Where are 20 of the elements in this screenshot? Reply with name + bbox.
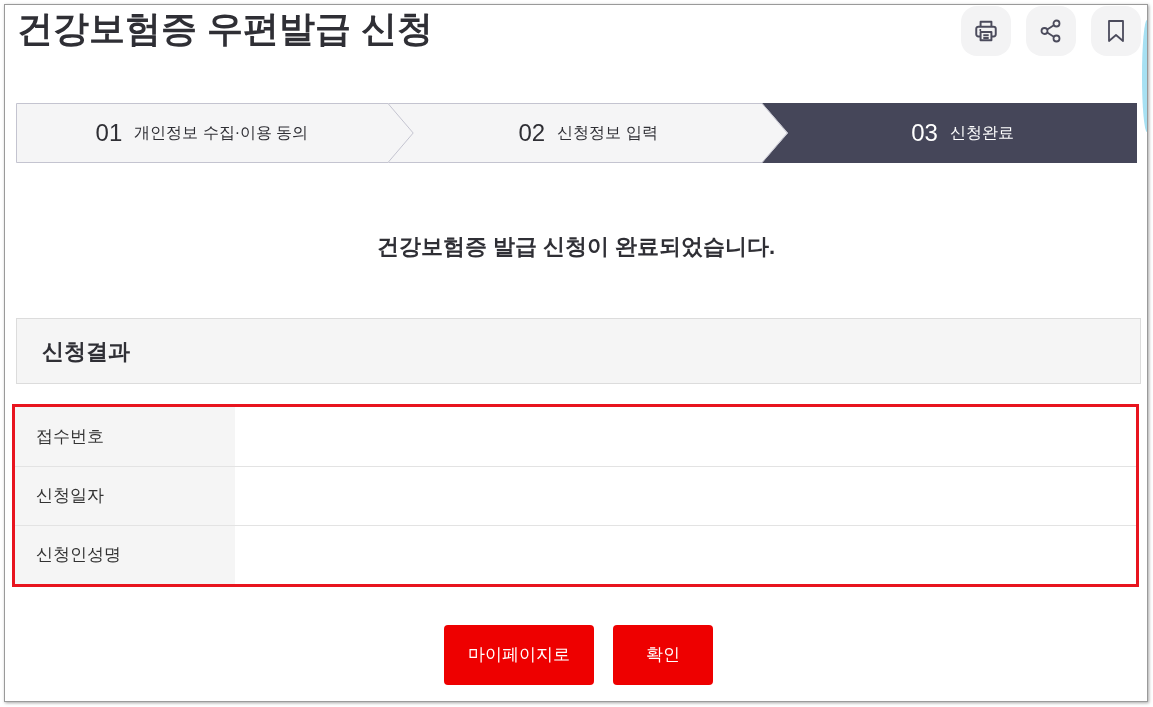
step-label: 신청정보 입력 — [557, 123, 658, 143]
share-icon — [1039, 19, 1063, 43]
bookmark-icon — [1107, 19, 1125, 43]
printer-icon — [973, 18, 999, 44]
step-label: 신청완료 — [949, 123, 1014, 143]
print-button[interactable] — [961, 6, 1011, 56]
step-number: 03 — [911, 118, 938, 148]
section-title: 신청결과 — [42, 337, 130, 366]
completion-message: 건강보험증 발급 신청이 완료되었습니다. — [376, 233, 776, 261]
step-number: 01 — [95, 118, 123, 148]
mypage-button[interactable]: 마이페이지로 — [443, 625, 594, 685]
share-button[interactable] — [1026, 6, 1076, 56]
confirm-button[interactable]: 확인 — [612, 625, 713, 685]
label-cell: 신청일자 — [15, 467, 235, 525]
label-cell: 접수번호 — [15, 407, 235, 466]
label-cell: 신청인성명 — [15, 526, 235, 584]
step-label: 개인정보 수집·이용 동의 — [134, 123, 309, 143]
step-number: 02 — [518, 118, 546, 148]
bookmark-button[interactable] — [1091, 6, 1141, 56]
page-title: 건강보험증 우편발급 신청 — [17, 7, 433, 51]
